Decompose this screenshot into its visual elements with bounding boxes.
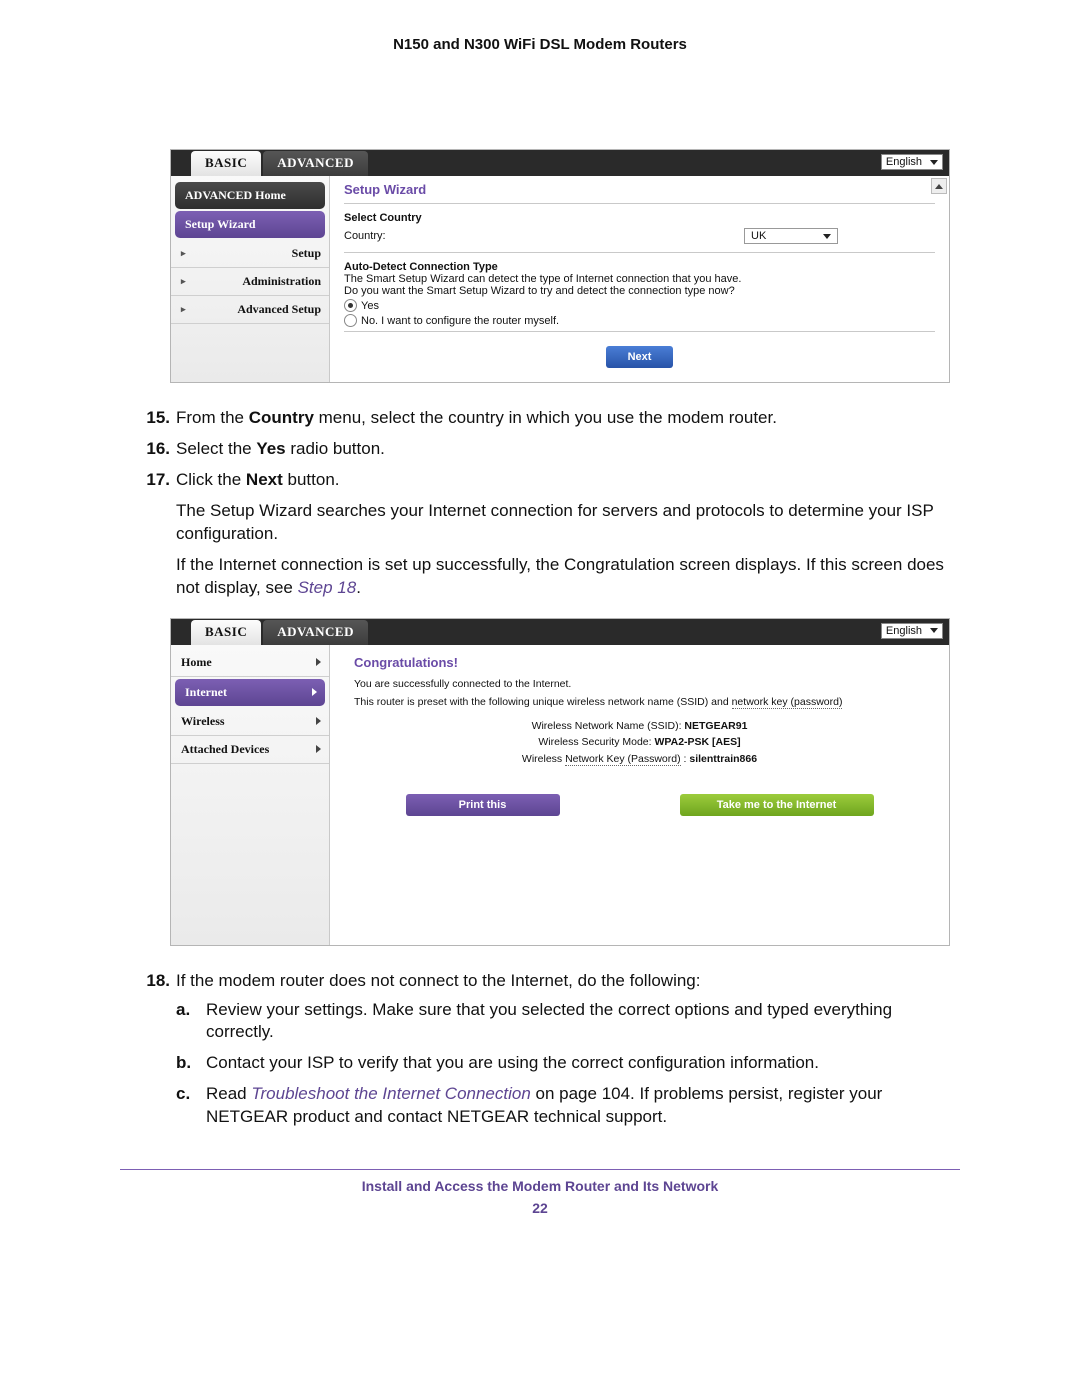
step-17-followup-2: If the Internet connection is set up suc…	[130, 554, 950, 600]
sidebar-label: Setup	[292, 246, 321, 261]
print-button[interactable]: Print this	[406, 794, 560, 816]
step-18: 18. If the modem router does not connect…	[130, 970, 950, 1130]
pane-title: Setup Wizard	[344, 182, 935, 197]
content-pane: Congratulations! You are successfully co…	[330, 645, 949, 945]
troubleshoot-link[interactable]: Troubleshoot the Internet Connection	[251, 1084, 530, 1103]
autodetect-heading: Auto-Detect Connection Type	[344, 261, 935, 273]
country-label: Country:	[344, 230, 744, 242]
footer-rule	[120, 1169, 960, 1170]
radio-icon	[344, 314, 357, 327]
chevron-down-icon	[930, 160, 938, 165]
step-18b: b.Contact your ISP to verify that you ar…	[176, 1052, 950, 1075]
content-pane: Setup Wizard Select Country Country: UK …	[330, 176, 949, 382]
sidebar-item-advanced-setup[interactable]: Advanced Setup	[171, 296, 329, 324]
sidebar-label: Setup Wizard	[185, 217, 256, 232]
instruction-block-2: 18. If the modem router does not connect…	[130, 970, 950, 1130]
page-number: 22	[120, 1200, 960, 1216]
sidebar-label: Home	[181, 655, 212, 670]
take-me-internet-button[interactable]: Take me to the Internet	[680, 794, 874, 816]
radio-no-row[interactable]: No. I want to configure the router mysel…	[344, 314, 935, 327]
sidebar: Home Internet Wireless Attached Devices	[171, 645, 330, 945]
autodetect-description: The Smart Setup Wizard can detect the ty…	[344, 273, 935, 285]
language-value: English	[886, 156, 922, 168]
tab-basic[interactable]: BASIC	[191, 151, 261, 176]
step-18-link[interactable]: Step 18	[298, 578, 357, 597]
chevron-down-icon	[930, 628, 938, 633]
step-17-followup-1: The Setup Wizard searches your Internet …	[130, 500, 950, 546]
footer-section-title: Install and Access the Modem Router and …	[120, 1178, 960, 1194]
sidebar-item-attached-devices[interactable]: Attached Devices	[171, 736, 329, 764]
country-select[interactable]: UK	[744, 228, 838, 244]
language-select[interactable]: English	[881, 154, 943, 170]
tab-advanced[interactable]: ADVANCED	[263, 151, 368, 176]
autodetect-question: Do you want the Smart Setup Wizard to tr…	[344, 285, 935, 297]
sidebar-label: Attached Devices	[181, 742, 269, 757]
sidebar-label: ADVANCED Home	[185, 188, 286, 203]
sidebar-label: Advanced Setup	[237, 302, 321, 317]
sidebar-item-administration[interactable]: Administration	[171, 268, 329, 296]
language-value: English	[886, 625, 922, 637]
tab-basic[interactable]: BASIC	[191, 620, 261, 645]
congratulations-title: Congratulations!	[344, 655, 935, 670]
sidebar: ADVANCED Home Setup Wizard Setup Adminis…	[171, 176, 330, 382]
network-details: Wireless Network Name (SSID): NETGEAR91 …	[344, 718, 935, 768]
radio-yes-label: Yes	[361, 300, 379, 312]
step-18a: a.Review your settings. Make sure that y…	[176, 999, 950, 1045]
language-select[interactable]: English	[881, 623, 943, 639]
sidebar-item-wireless[interactable]: Wireless	[171, 708, 329, 736]
chevron-right-icon	[316, 717, 321, 725]
instruction-block-1: 15. From the Country menu, select the co…	[130, 407, 950, 600]
sidebar-item-home[interactable]: Home	[171, 649, 329, 677]
select-country-heading: Select Country	[344, 212, 935, 224]
sidebar-item-internet[interactable]: Internet	[175, 679, 325, 706]
step-16: 16. Select the Yes radio button.	[130, 438, 950, 461]
country-value: UK	[751, 230, 766, 242]
step-18c: c. Read Troubleshoot the Internet Connec…	[176, 1083, 950, 1129]
setup-wizard-screenshot: BASIC ADVANCED English ADVANCED Home Set…	[170, 149, 950, 383]
sidebar-label: Wireless	[181, 714, 225, 729]
congratulations-screenshot: BASIC ADVANCED English Home Internet Wir…	[170, 618, 950, 946]
chevron-down-icon	[823, 234, 831, 239]
chevron-right-icon	[316, 745, 321, 753]
sidebar-label: Internet	[185, 685, 227, 700]
next-button[interactable]: Next	[606, 346, 674, 368]
sidebar-item-advanced-home[interactable]: ADVANCED Home	[175, 182, 325, 209]
step-15: 15. From the Country menu, select the co…	[130, 407, 950, 430]
radio-yes-row[interactable]: Yes	[344, 299, 935, 312]
sidebar-item-setup[interactable]: Setup	[171, 240, 329, 268]
step-17: 17. Click the Next button.	[130, 469, 950, 492]
sidebar-label: Administration	[242, 274, 321, 289]
radio-icon	[344, 299, 357, 312]
chevron-right-icon	[312, 688, 317, 696]
tab-advanced[interactable]: ADVANCED	[263, 620, 368, 645]
connected-message: You are successfully connected to the In…	[344, 678, 935, 690]
radio-no-label: No. I want to configure the router mysel…	[361, 315, 559, 327]
document-header: N150 and N300 WiFi DSL Modem Routers	[120, 36, 960, 53]
preset-message: This router is preset with the following…	[344, 696, 935, 708]
chevron-right-icon	[316, 658, 321, 666]
sidebar-item-setup-wizard[interactable]: Setup Wizard	[175, 211, 325, 238]
